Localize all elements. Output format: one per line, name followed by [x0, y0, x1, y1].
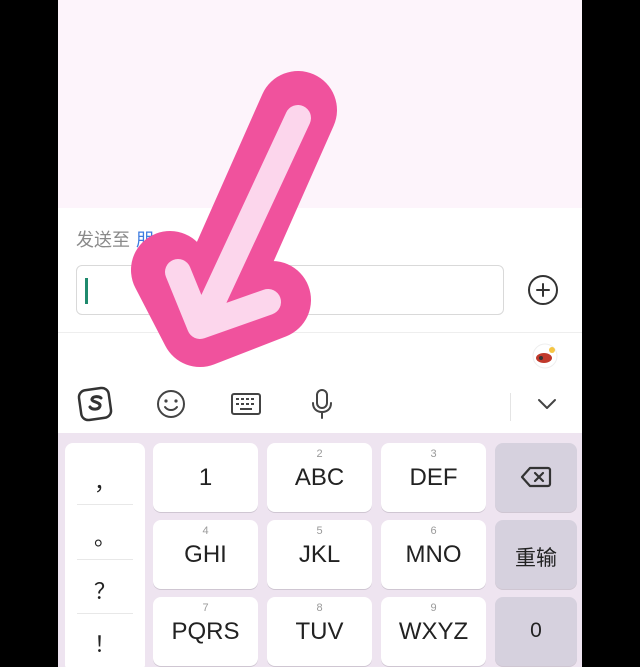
key-number: 6	[430, 525, 437, 537]
sogou-logo-icon[interactable]	[76, 385, 114, 423]
symbol-column[interactable]: ， 。 ？ ！	[65, 443, 145, 667]
message-area	[58, 0, 582, 208]
divider	[77, 504, 133, 505]
chevron-down-icon[interactable]	[528, 385, 566, 423]
microphone-icon[interactable]	[303, 385, 341, 423]
key-label: WXYZ	[398, 618, 469, 645]
key-label: GHI	[184, 541, 227, 568]
keyboard-toolbar	[58, 373, 582, 433]
phone-screen: 发送至朋 ， 。 ？ ！ 1 2 ABC 3 DEF 4 GHI 5 JKL 6…	[58, 0, 582, 667]
key-number: 4	[202, 525, 209, 537]
key-label: PQRS	[171, 618, 240, 645]
toolbar-separator	[510, 393, 511, 421]
emoji-icon[interactable]	[152, 385, 190, 423]
sticker-icon[interactable]	[532, 343, 558, 369]
key-3[interactable]: 3 DEF	[381, 443, 486, 512]
symbol-key-period[interactable]: 。	[65, 520, 145, 552]
key-label: TUV	[295, 618, 344, 645]
key-label: MNO	[405, 541, 462, 568]
symbol-key-question[interactable]: ？	[65, 574, 145, 606]
symbol-key-exclaim[interactable]: ！	[65, 627, 145, 659]
key-label: 重输	[515, 547, 557, 570]
divider	[58, 332, 582, 333]
key-6[interactable]: 6 MNO	[381, 520, 486, 589]
key-number: 7	[202, 602, 209, 614]
backspace-key[interactable]	[495, 443, 577, 512]
reenter-key[interactable]: 重输	[495, 520, 577, 589]
keyboard-icon[interactable]	[227, 385, 265, 423]
compose-panel: 发送至朋	[58, 208, 582, 433]
message-input[interactable]	[76, 265, 504, 315]
key-9[interactable]: 9 WXYZ	[381, 597, 486, 666]
plus-icon	[536, 283, 550, 297]
symbol-key-comma[interactable]: ，	[65, 465, 145, 497]
divider	[77, 613, 133, 614]
key-2[interactable]: 2 ABC	[267, 443, 372, 512]
key-label: 1	[198, 464, 213, 491]
key-number: 9	[430, 602, 437, 614]
divider	[77, 559, 133, 560]
key-label: DEF	[409, 464, 458, 491]
send-to-row: 发送至朋	[76, 226, 154, 252]
zero-key[interactable]: 0	[495, 597, 577, 666]
key-5[interactable]: 5 JKL	[267, 520, 372, 589]
key-number: 2	[316, 448, 323, 460]
key-number: 5	[316, 525, 323, 537]
key-number: 3	[430, 448, 437, 460]
send-to-target[interactable]: 朋	[136, 230, 154, 250]
text-caret	[85, 278, 88, 304]
key-8[interactable]: 8 TUV	[267, 597, 372, 666]
key-label: JKL	[298, 541, 341, 568]
key-1[interactable]: 1	[153, 443, 258, 512]
add-button[interactable]	[528, 275, 558, 305]
key-7[interactable]: 7 PQRS	[153, 597, 258, 666]
t9-keyboard: ， 。 ？ ！ 1 2 ABC 3 DEF 4 GHI 5 JKL 6 MNO …	[58, 433, 582, 667]
key-label: ABC	[294, 464, 345, 491]
key-number: 8	[316, 602, 323, 614]
backspace-icon	[520, 466, 552, 488]
key-label: 0	[530, 619, 542, 642]
send-to-label: 发送至	[76, 230, 130, 250]
key-4[interactable]: 4 GHI	[153, 520, 258, 589]
